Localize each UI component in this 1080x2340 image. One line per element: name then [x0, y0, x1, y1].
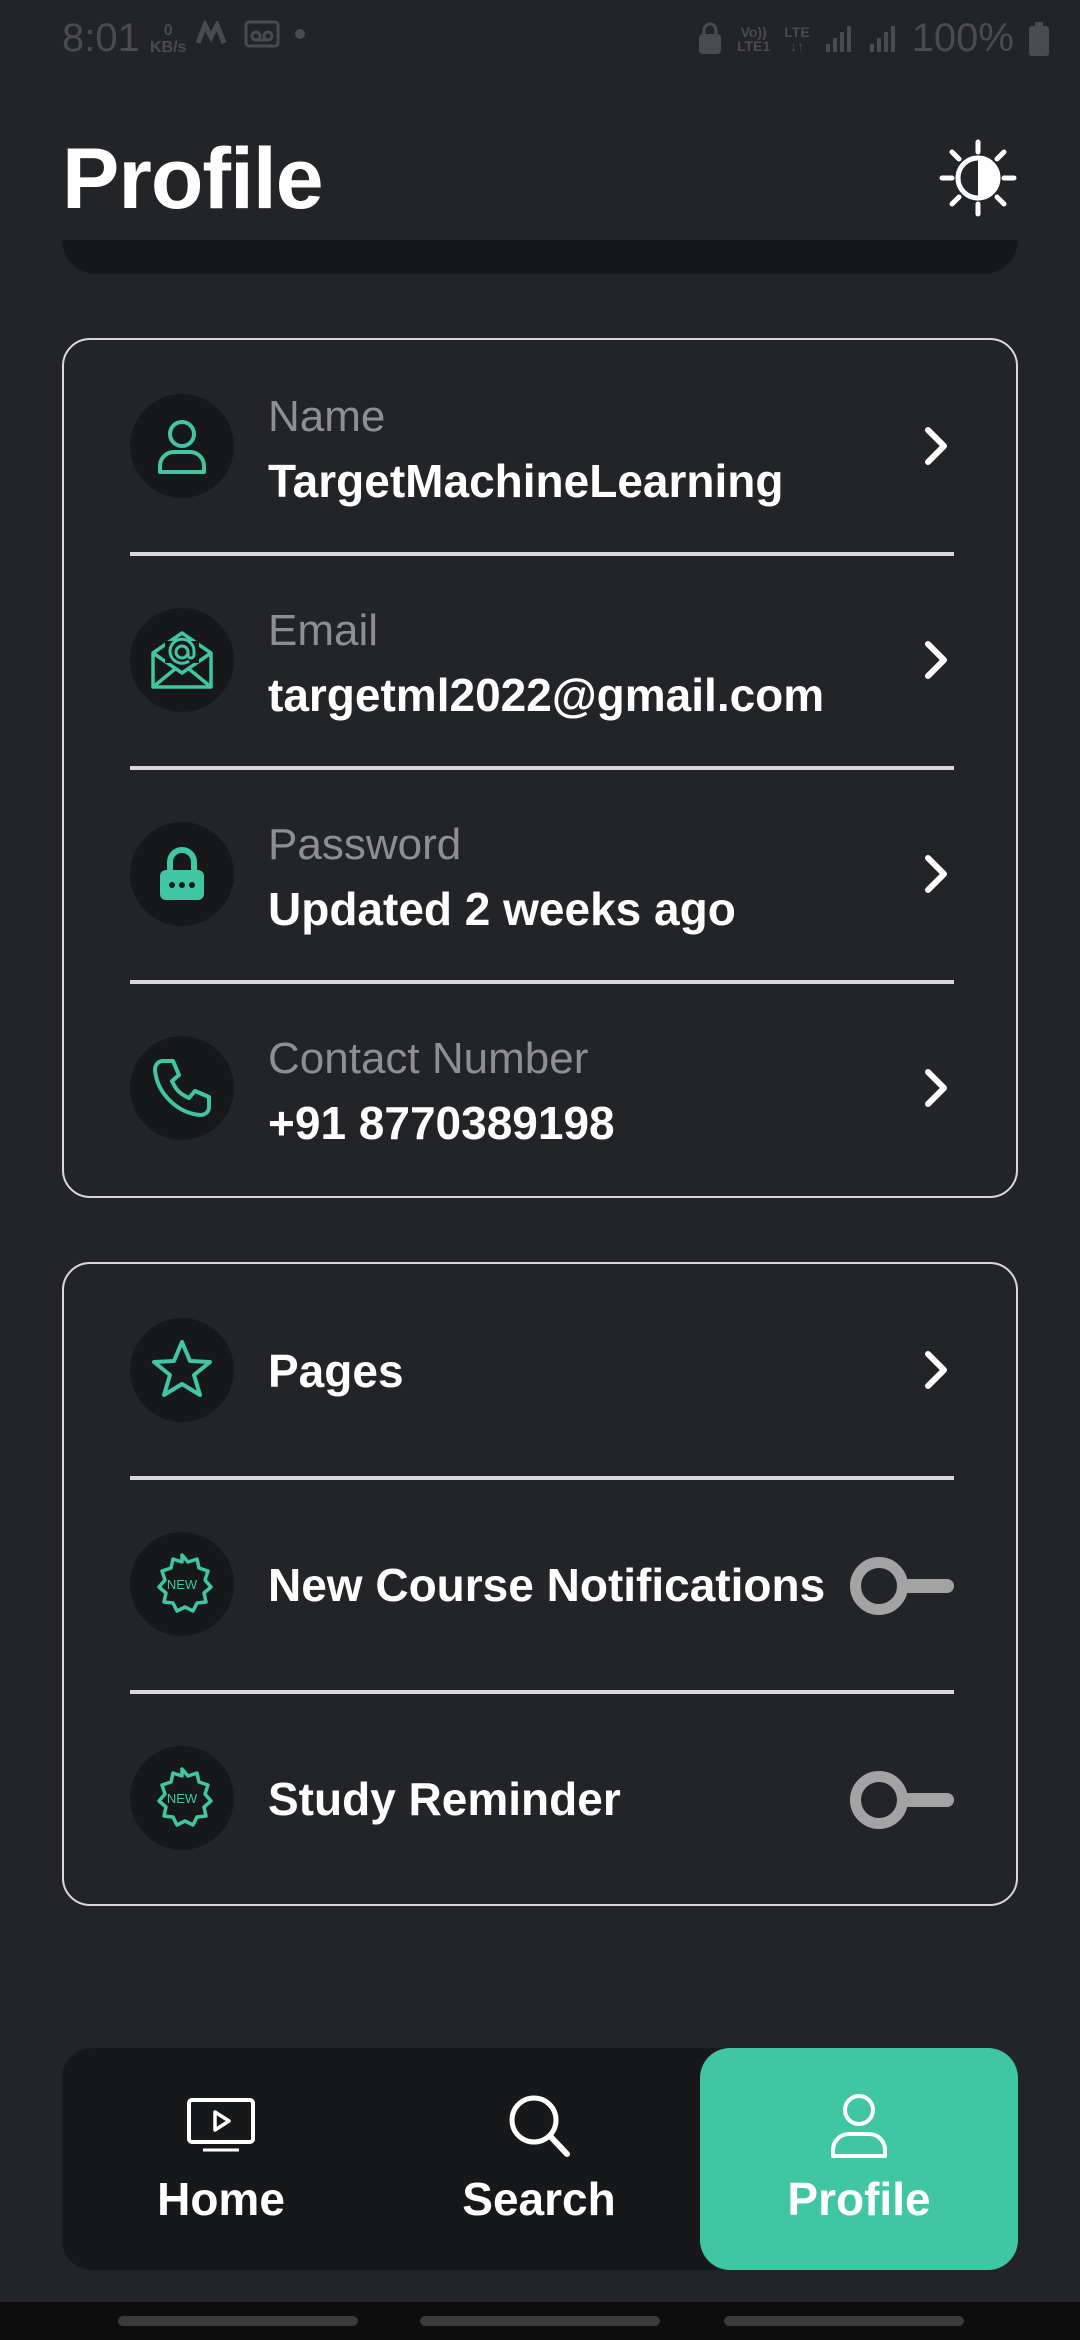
name-value: TargetMachineLearning	[268, 455, 784, 507]
video-screen-icon	[187, 2098, 255, 2152]
phone-icon	[130, 1036, 234, 1140]
new-badge-text: NEW	[167, 1577, 198, 1592]
email-icon	[130, 608, 234, 712]
bottom-navigation: Home Search Profile	[62, 2048, 1018, 2270]
nav-profile-tab[interactable]: Profile	[700, 2048, 1018, 2270]
lte-text: LTE	[784, 23, 810, 40]
star-icon	[130, 1318, 234, 1422]
nav-profile-label: Profile	[787, 2173, 931, 2225]
contact-number-value: +91 8770389198	[268, 1097, 615, 1149]
nav-search-label: Search	[462, 2173, 616, 2225]
email-row[interactable]: Email targetml2022@gmail.com	[64, 554, 1016, 768]
new-course-notifications-toggle[interactable]	[848, 1554, 958, 1618]
theme-toggle-button[interactable]	[938, 138, 1018, 218]
battery-icon	[1029, 21, 1049, 56]
voicemail-icon	[244, 20, 280, 48]
notification-icons	[196, 20, 306, 48]
new-badge-text: NEW	[167, 1791, 198, 1806]
signal-icon	[825, 25, 851, 52]
status-bar: 8:01 0 KB/s Vo)) LTE1 LTE ↓↑ 100%	[0, 0, 1080, 80]
chevron-right-icon	[925, 1069, 947, 1107]
nav-search-tab[interactable]: Search	[380, 2048, 698, 2270]
search-icon	[509, 2095, 570, 2157]
pages-label: Pages	[268, 1345, 404, 1397]
nav-home-tab[interactable]: Home	[62, 2048, 380, 2270]
new-course-notifications-row: NEW New Course Notifications	[64, 1478, 1016, 1692]
signal-icon-2	[869, 25, 895, 52]
alarm-lock-icon	[699, 22, 722, 54]
new-course-notifications-label: New Course Notifications	[268, 1559, 826, 1611]
pages-row[interactable]: Pages	[64, 1264, 1016, 1478]
user-icon	[831, 2094, 887, 2158]
name-row[interactable]: Name TargetMachineLearning	[64, 340, 1016, 554]
chevron-right-icon	[925, 641, 947, 679]
new-badge-icon: NEW	[130, 1746, 234, 1850]
study-reminder-toggle[interactable]	[848, 1768, 958, 1832]
account-card: Name TargetMachineLearning Email targetm…	[62, 338, 1018, 1198]
battery-percent: 100%	[911, 16, 1014, 60]
email-value: targetml2022@gmail.com	[268, 669, 825, 721]
chevron-right-icon	[925, 855, 947, 893]
system-gesture-bar	[0, 2302, 1080, 2340]
gesture-handle[interactable]	[420, 2316, 660, 2326]
password-value: Updated 2 weeks ago	[268, 883, 736, 935]
volte-text: Vo))	[740, 23, 767, 40]
nav-home-label: Home	[157, 2173, 285, 2225]
dot-icon	[295, 29, 305, 39]
lock-icon	[130, 822, 234, 926]
chevron-right-icon	[925, 427, 947, 465]
volte-indicator: Vo)) LTE1	[737, 25, 770, 53]
email-label: Email	[268, 606, 379, 655]
gesture-handle[interactable]	[118, 2316, 358, 2326]
chevron-right-icon	[925, 1351, 947, 1389]
user-icon	[130, 394, 234, 498]
study-reminder-label: Study Reminder	[268, 1773, 621, 1825]
study-reminder-row: NEW Study Reminder	[64, 1692, 1016, 1906]
contact-number-row[interactable]: Contact Number +91 8770389198	[64, 982, 1016, 1196]
app-logo-icon	[196, 21, 227, 44]
gesture-handle[interactable]	[724, 2316, 964, 2326]
net-speed-unit: KB/s	[150, 39, 187, 56]
brightness-icon	[939, 139, 1017, 217]
toggle-knob	[850, 1557, 908, 1615]
password-row[interactable]: Password Updated 2 weeks ago	[64, 768, 1016, 982]
name-label: Name	[268, 392, 386, 441]
status-right: Vo)) LTE1 LTE ↓↑ 100%	[697, 16, 1050, 61]
net-speed: 0 KB/s	[150, 22, 186, 56]
contact-number-label: Contact Number	[268, 1034, 589, 1083]
lte1-text: LTE1	[737, 37, 771, 54]
page-title: Profile	[62, 131, 324, 227]
net-speed-value: 0	[163, 22, 173, 39]
status-time: 8:01	[62, 16, 140, 60]
lte-arrows: ↓↑	[789, 37, 804, 54]
header-banner-edge	[62, 240, 1018, 274]
toggle-knob	[850, 1771, 908, 1829]
password-label: Password	[268, 820, 462, 869]
lte-indicator: LTE ↓↑	[784, 25, 809, 53]
new-badge-icon: NEW	[130, 1532, 234, 1636]
settings-card: Pages NEW New Course Notifications NEW S…	[62, 1262, 1018, 1906]
